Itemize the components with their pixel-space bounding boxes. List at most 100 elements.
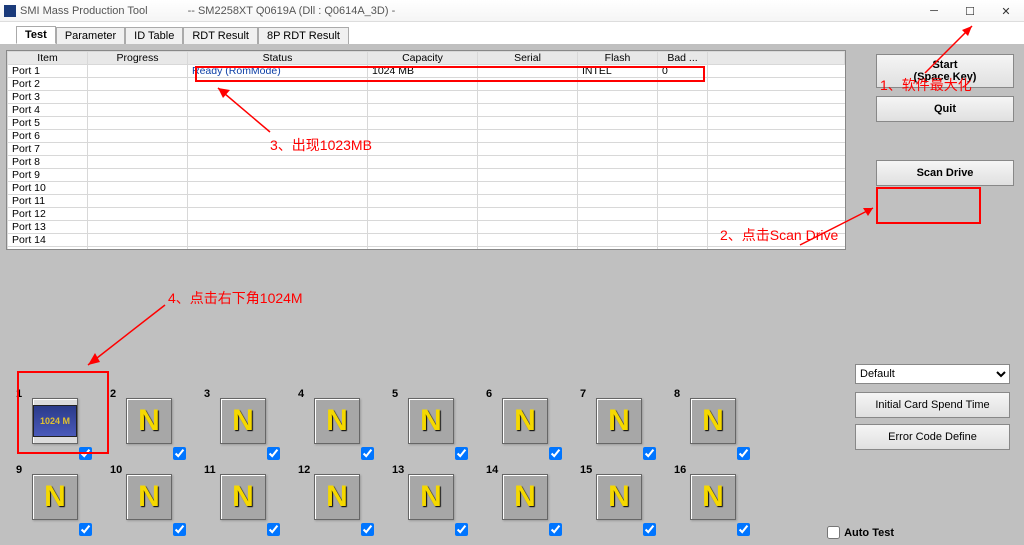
tile-letter: N <box>702 404 724 438</box>
tile-button[interactable]: N <box>596 474 642 520</box>
tile-checkbox[interactable] <box>361 447 374 460</box>
tile-checkbox[interactable] <box>361 523 374 536</box>
tile-button[interactable]: N <box>126 474 172 520</box>
table-row[interactable]: Port 13 <box>8 221 845 234</box>
tile-number: 10 <box>110 464 122 476</box>
tab-id-table[interactable]: ID Table <box>125 27 183 44</box>
tile-letter: N <box>44 480 66 514</box>
tile-letter: N <box>420 404 442 438</box>
table-row[interactable]: Port 11 <box>8 195 845 208</box>
table-row[interactable]: Port 14 <box>8 234 845 247</box>
tile-letter: N <box>608 404 630 438</box>
maximize-button[interactable]: ☐ <box>952 0 988 22</box>
chip-icon: 1024 M <box>33 405 77 437</box>
table-row[interactable]: Port 10 <box>8 182 845 195</box>
tile-checkbox[interactable] <box>737 523 750 536</box>
tile-checkbox[interactable] <box>79 523 92 536</box>
start-label: Start <box>881 59 1009 71</box>
tile-number: 16 <box>674 464 686 476</box>
tile-button[interactable]: N <box>502 398 548 444</box>
auto-test-label: Auto Test <box>844 527 894 539</box>
table-row[interactable]: Port 1Ready (RomMode)1024 MBINTEL0 <box>8 65 845 78</box>
tile-checkbox[interactable] <box>79 447 92 460</box>
tile-button[interactable]: N <box>32 474 78 520</box>
tile-number: 8 <box>674 388 680 400</box>
tile-number: 6 <box>486 388 492 400</box>
tile-checkbox[interactable] <box>173 447 186 460</box>
tab-parameter[interactable]: Parameter <box>56 27 125 44</box>
auto-test-checkbox[interactable] <box>827 526 840 539</box>
tile-letter: N <box>138 404 160 438</box>
port-tile: 10 N <box>104 464 198 540</box>
tile-letter: N <box>326 480 348 514</box>
tab-rdt-result[interactable]: RDT Result <box>183 27 258 44</box>
table-row[interactable]: Port 15 <box>8 247 845 251</box>
table-header-row: Item Progress Status Capacity Serial Fla… <box>8 52 845 65</box>
error-code-button[interactable]: Error Code Define <box>855 424 1010 450</box>
tile-letter: N <box>608 480 630 514</box>
tile-checkbox[interactable] <box>455 523 468 536</box>
table-row[interactable]: Port 9 <box>8 169 845 182</box>
tile-button[interactable]: N <box>314 474 360 520</box>
tile-button[interactable]: N <box>408 474 454 520</box>
table-row[interactable]: Port 5 <box>8 117 845 130</box>
tile-button[interactable]: N <box>690 474 736 520</box>
initial-card-button[interactable]: Initial Card Spend Time <box>855 392 1010 418</box>
minimize-button[interactable]: ─ <box>916 0 952 22</box>
tile-letter: N <box>514 404 536 438</box>
app-meta: -- SM2258XT Q0619A (Dll : Q0614A_3D) - <box>188 5 396 17</box>
auto-test-row: Auto Test <box>827 526 894 539</box>
table-row[interactable]: Port 2 <box>8 78 845 91</box>
port-tile: 7N <box>574 388 668 464</box>
table-row[interactable]: Port 8 <box>8 156 845 169</box>
tile-number: 11 <box>204 464 216 476</box>
tile-letter: N <box>232 480 254 514</box>
tile-letter: N <box>420 480 442 514</box>
tile-checkbox[interactable] <box>549 447 562 460</box>
col-flash: Flash <box>578 52 658 65</box>
tile-checkbox[interactable] <box>737 447 750 460</box>
start-sublabel: (Space Key) <box>881 71 1009 83</box>
app-icon <box>4 5 16 17</box>
table-row[interactable]: Port 4 <box>8 104 845 117</box>
mode-select[interactable]: Default <box>855 364 1010 384</box>
tile-button[interactable]: N <box>596 398 642 444</box>
tile-button[interactable]: N <box>126 398 172 444</box>
scan-drive-button[interactable]: Scan Drive <box>876 160 1014 186</box>
tab-8p-rdt-result[interactable]: 8P RDT Result <box>258 27 349 44</box>
port-tile: 15N <box>574 464 668 540</box>
tile-button[interactable]: N <box>220 398 266 444</box>
tile-button[interactable]: N <box>314 398 360 444</box>
col-item: Item <box>8 52 88 65</box>
table-row[interactable]: Port 3 <box>8 91 845 104</box>
tile-checkbox[interactable] <box>455 447 468 460</box>
tile-checkbox[interactable] <box>173 523 186 536</box>
tile-checkbox[interactable] <box>643 523 656 536</box>
tile-number: 1 <box>16 388 22 400</box>
table-row[interactable]: Port 6 <box>8 130 845 143</box>
port-tile: 13N <box>386 464 480 540</box>
tile-number: 2 <box>110 388 116 400</box>
start-button[interactable]: Start (Space Key) <box>876 54 1014 88</box>
tile-button[interactable]: 1024 M <box>32 398 78 444</box>
quit-button[interactable]: Quit <box>876 96 1014 122</box>
tile-number: 9 <box>16 464 22 476</box>
tile-button[interactable]: N <box>502 474 548 520</box>
tile-button[interactable]: N <box>408 398 454 444</box>
tile-checkbox[interactable] <box>643 447 656 460</box>
tile-checkbox[interactable] <box>267 447 280 460</box>
tile-checkbox[interactable] <box>267 523 280 536</box>
tile-checkbox[interactable] <box>549 523 562 536</box>
port-tile: 12N <box>292 464 386 540</box>
table-row[interactable]: Port 12 <box>8 208 845 221</box>
port-tile: 11 N <box>198 464 292 540</box>
tab-test[interactable]: Test <box>16 26 56 44</box>
close-button[interactable]: ✕ <box>988 0 1024 22</box>
col-serial: Serial <box>478 52 578 65</box>
tile-button[interactable]: N <box>690 398 736 444</box>
port-tile: 14N <box>480 464 574 540</box>
table-row[interactable]: Port 7 <box>8 143 845 156</box>
tile-number: 3 <box>204 388 210 400</box>
tile-button[interactable]: N <box>220 474 266 520</box>
tile-letter: N <box>326 404 348 438</box>
